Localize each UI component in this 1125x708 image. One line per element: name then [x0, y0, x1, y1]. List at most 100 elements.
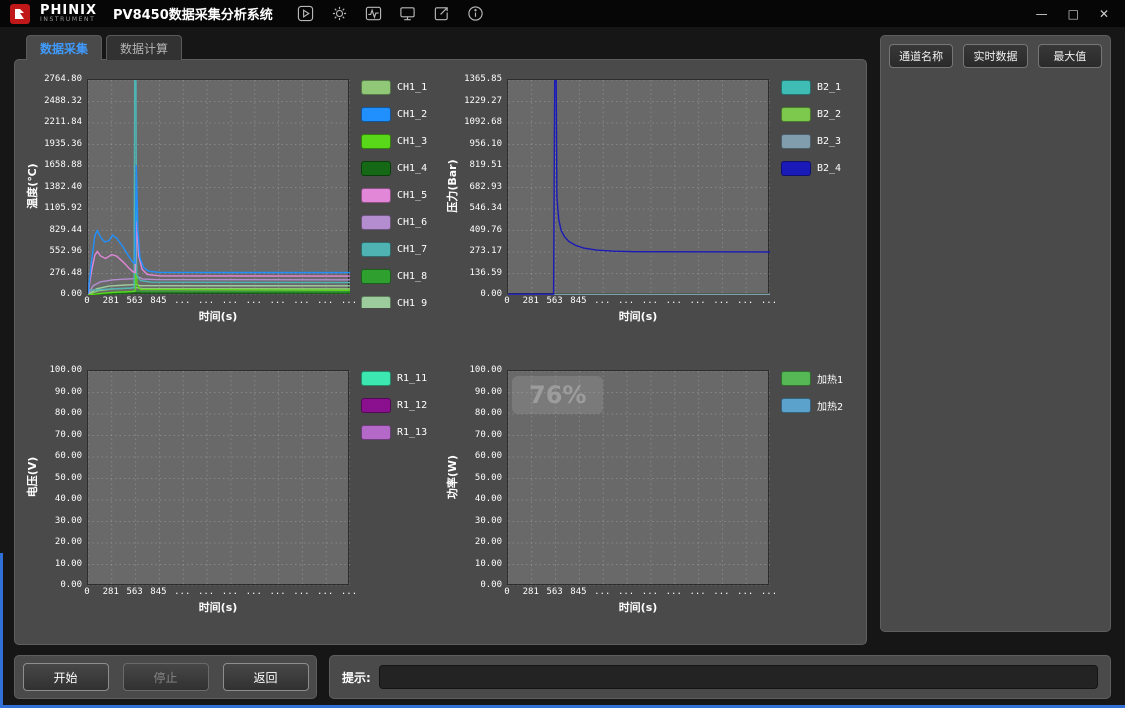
- legend-swatch: [361, 425, 391, 440]
- chart-legend: CH1_1CH1_2CH1_3CH1_4CH1_5CH1_6CH1_7CH1_8…: [361, 79, 439, 308]
- x-tick: ...: [317, 296, 333, 306]
- legend-swatch: [361, 398, 391, 413]
- y-tick: 90.00: [475, 387, 502, 398]
- x-tick: 563: [126, 587, 142, 597]
- y-tick: 50.00: [475, 473, 502, 484]
- y-tick: 2211.84: [44, 117, 82, 128]
- channel-name-button[interactable]: 通道名称: [889, 44, 953, 68]
- legend-label: CH1_2: [397, 109, 427, 120]
- x-tick: 281: [523, 587, 539, 597]
- legend-swatch: [781, 371, 811, 386]
- legend-label: B2_1: [817, 82, 841, 93]
- legend-item: B2_3: [781, 134, 859, 149]
- y-tick: 10.00: [475, 559, 502, 570]
- y-tick: 1105.92: [44, 203, 82, 214]
- tab-bar: 数据采集 数据计算: [26, 35, 867, 60]
- x-tick: ...: [246, 587, 262, 597]
- run-icon[interactable]: [297, 5, 315, 23]
- plot-area: [87, 79, 349, 294]
- y-axis-ticks: 0.00136.59273.17409.76546.34682.93819.51…: [460, 79, 507, 294]
- close-button[interactable]: ✕: [1099, 8, 1109, 20]
- plot-area: [507, 79, 769, 294]
- legend-swatch: [361, 80, 391, 95]
- legend-item: R1_13: [361, 425, 439, 440]
- legend-swatch: [781, 398, 811, 413]
- main-content: 数据采集 数据计算 温度(℃) 0.00276.48552.96829.4411…: [0, 35, 1125, 645]
- chart-legend: 加热1加热2: [781, 370, 859, 599]
- legend-swatch: [781, 161, 811, 176]
- legend-label: CH1_9: [397, 298, 427, 308]
- info-icon[interactable]: [467, 5, 485, 23]
- y-tick: 2764.80: [44, 74, 82, 85]
- y-tick: 100.00: [49, 365, 82, 376]
- x-tick: ...: [737, 587, 753, 597]
- legend-label: CH1_1: [397, 82, 427, 93]
- y-axis-label: 压力(Bar): [443, 79, 460, 343]
- settings-gear-icon[interactable]: [331, 5, 349, 23]
- phinix-logo-icon: [10, 4, 30, 24]
- y-tick: 0.00: [480, 289, 502, 300]
- x-tick: 845: [570, 587, 586, 597]
- x-tick: ...: [594, 296, 610, 306]
- x-tick: ...: [713, 296, 729, 306]
- y-axis-label: 功率(W): [443, 370, 460, 634]
- max-value-button[interactable]: 最大值: [1038, 44, 1102, 68]
- data-table-panel: 通道名称 实时数据 最大值: [880, 35, 1111, 632]
- x-tick: 0: [504, 587, 509, 597]
- hint-input[interactable]: [379, 665, 1098, 689]
- legend-item: CH1_1: [361, 80, 439, 95]
- legend-label: CH1_5: [397, 190, 427, 201]
- legend-swatch: [361, 269, 391, 284]
- stop-button[interactable]: 停止: [123, 663, 209, 691]
- x-tick: 281: [103, 587, 119, 597]
- y-tick: 40.00: [475, 494, 502, 505]
- x-tick: ...: [761, 587, 777, 597]
- x-tick: ...: [618, 587, 634, 597]
- hint-panel: 提示:: [329, 655, 1111, 699]
- legend-label: B2_2: [817, 109, 841, 120]
- legend-swatch: [361, 161, 391, 176]
- tab-data-acquisition[interactable]: 数据采集: [26, 35, 102, 60]
- start-button[interactable]: 开始: [23, 663, 109, 691]
- maximize-button[interactable]: □: [1068, 8, 1079, 20]
- x-axis-label: 时间(s): [507, 308, 769, 324]
- legend-item: CH1_4: [361, 161, 439, 176]
- legend-label: CH1_4: [397, 163, 427, 174]
- y-tick: 1229.27: [464, 96, 502, 107]
- x-axis-ticks: 0281563845........................: [87, 585, 349, 598]
- legend-item: B2_1: [781, 80, 859, 95]
- y-tick: 80.00: [475, 408, 502, 419]
- y-tick: 70.00: [55, 430, 82, 441]
- legend-swatch: [361, 242, 391, 257]
- x-tick: 281: [523, 296, 539, 306]
- minimize-button[interactable]: —: [1036, 8, 1048, 20]
- legend-swatch: [781, 80, 811, 95]
- legend-swatch: [781, 107, 811, 122]
- y-tick: 546.34: [469, 203, 502, 214]
- y-axis-label: 温度(℃): [23, 79, 40, 343]
- y-tick: 136.59: [469, 268, 502, 279]
- legend-label: CH1_8: [397, 271, 427, 282]
- x-tick: ...: [666, 296, 682, 306]
- legend-label: 加热1: [817, 371, 843, 386]
- brand-block: PHINIX INSTRUMENT: [40, 4, 97, 23]
- monitor-icon[interactable]: [399, 5, 417, 23]
- y-tick: 60.00: [55, 451, 82, 462]
- back-button[interactable]: 返回: [223, 663, 309, 691]
- waveform-icon[interactable]: [365, 5, 383, 23]
- legend-item: R1_11: [361, 371, 439, 386]
- x-tick: 0: [84, 587, 89, 597]
- x-axis-ticks: 0281563845........................: [87, 294, 349, 307]
- plot-area: [87, 370, 349, 585]
- export-icon[interactable]: [433, 5, 451, 23]
- x-tick: ...: [198, 587, 214, 597]
- x-tick: 845: [570, 296, 586, 306]
- y-tick: 20.00: [475, 537, 502, 548]
- legend-item: CH1_5: [361, 188, 439, 203]
- progress-overlay: 76%: [512, 376, 603, 414]
- realtime-data-button[interactable]: 实时数据: [963, 44, 1027, 68]
- y-tick: 100.00: [469, 365, 502, 376]
- x-tick: 563: [546, 587, 562, 597]
- tab-data-calculation[interactable]: 数据计算: [106, 35, 182, 60]
- y-tick: 1935.36: [44, 139, 82, 150]
